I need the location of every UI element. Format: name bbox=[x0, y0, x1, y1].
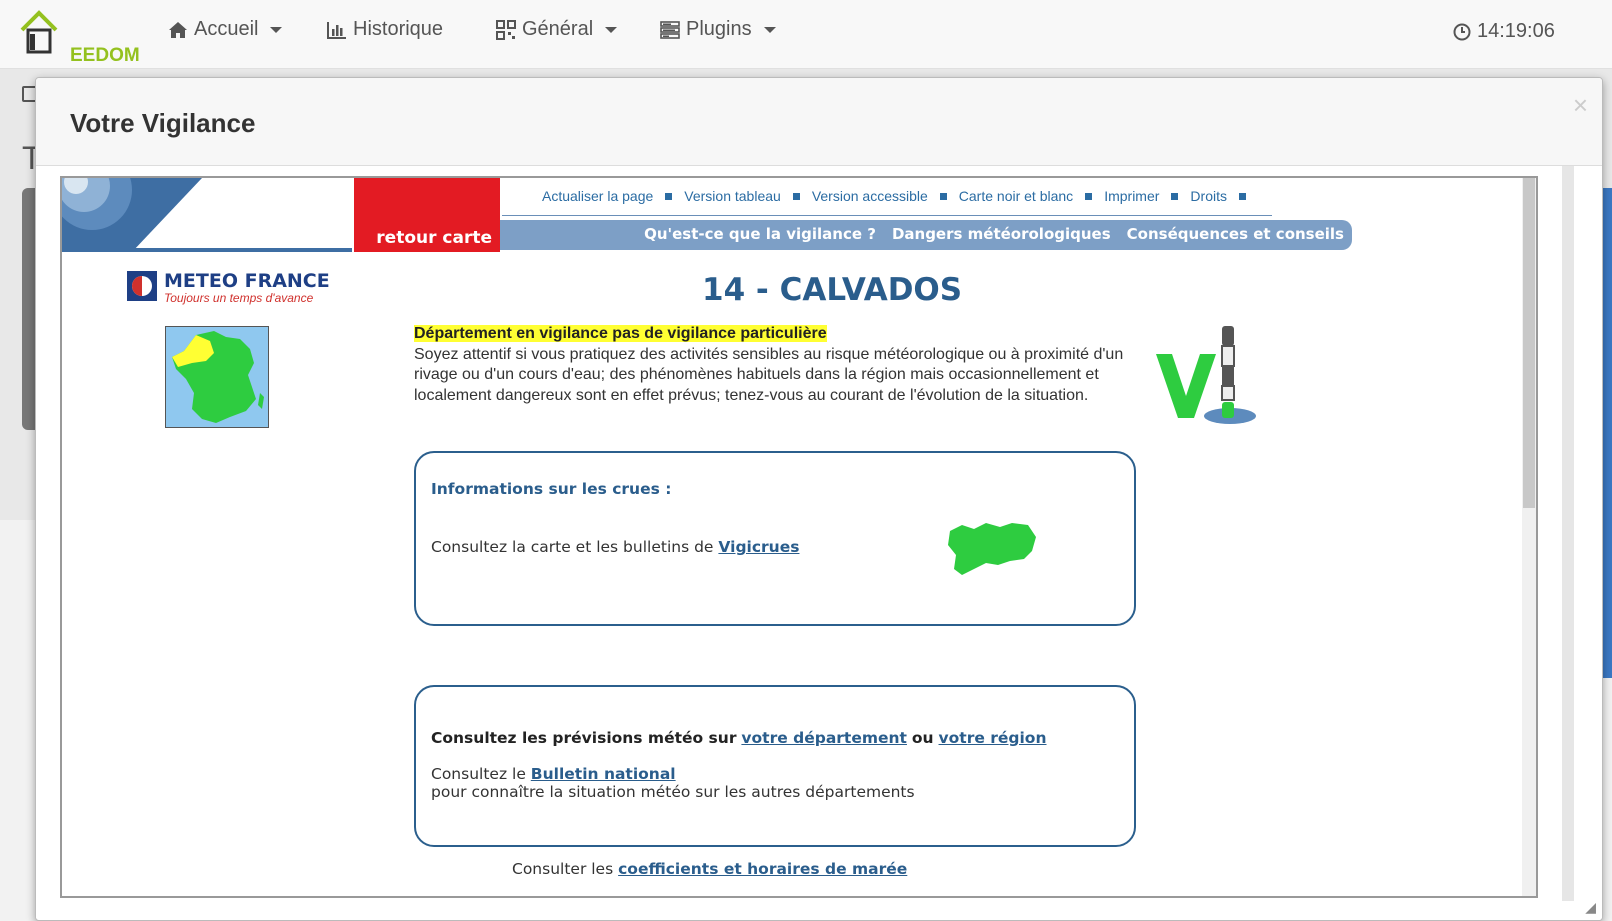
link-refresh[interactable]: Actualiser la page bbox=[542, 188, 653, 204]
forecast-lead: Consultez les prévisions météo sur bbox=[431, 729, 737, 747]
meteo-france-iframe: retour carte Actualiser la page Version … bbox=[60, 176, 1538, 898]
brand-tagline: Toujours un temps d'avance bbox=[164, 291, 314, 305]
tasks-icon bbox=[660, 20, 680, 39]
bulletin-line: Consultez le Bulletin national bbox=[431, 765, 676, 783]
meteo-france-emblem-icon bbox=[127, 271, 157, 301]
modal-title: Votre Vigilance bbox=[70, 108, 256, 138]
link-print[interactable]: Imprimer bbox=[1104, 188, 1159, 204]
divider bbox=[502, 215, 1272, 216]
logo-text: EEDOM bbox=[70, 45, 140, 66]
nav-plugins[interactable]: Plugins bbox=[660, 18, 776, 41]
separator-square-icon bbox=[939, 192, 947, 200]
separator-square-icon bbox=[1171, 192, 1179, 200]
home-icon bbox=[169, 21, 187, 38]
separator-square-icon bbox=[1238, 192, 1246, 200]
chevron-down-icon bbox=[763, 26, 776, 33]
forecast-line: Consultez les prévisions météo sur votre… bbox=[431, 729, 1047, 747]
vigilance-level-icon bbox=[1152, 324, 1262, 430]
return-map-button[interactable]: retour carte bbox=[354, 178, 500, 252]
floods-heading: Informations sur les crues : bbox=[431, 480, 672, 498]
vigilance-menu: Qu'est-ce que la vigilance ? Dangers mét… bbox=[500, 220, 1352, 250]
nav-plugins-label: Plugins bbox=[686, 18, 752, 40]
clock: 14:19:06 bbox=[1453, 20, 1555, 43]
vigilance-advice: Soyez attentif si vous pratiquez des act… bbox=[414, 345, 1124, 404]
tides-prefix: Consulter les bbox=[512, 860, 614, 878]
tides-line: Consulter les coefficients et horaires d… bbox=[512, 860, 907, 878]
forecast-or: ou bbox=[911, 729, 934, 747]
return-map-label: retour carte bbox=[376, 228, 492, 248]
chevron-down-icon bbox=[605, 26, 618, 33]
brand-name: METEO FRANCE bbox=[164, 270, 330, 292]
banner-artwork bbox=[62, 178, 352, 252]
floods-info-box: Informations sur les crues : Consultez l… bbox=[414, 451, 1136, 626]
clock-icon bbox=[1453, 23, 1471, 40]
department-title: 14 - CALVADOS bbox=[702, 272, 963, 308]
close-icon[interactable]: × bbox=[1573, 92, 1588, 118]
nav-accueil[interactable]: Accueil bbox=[168, 18, 283, 41]
clock-time: 14:19:06 bbox=[1477, 20, 1555, 42]
menu-consequences-advice[interactable]: Conséquences et conseils bbox=[1127, 225, 1344, 243]
resize-handle-icon[interactable]: ◢ bbox=[1585, 899, 1596, 916]
menu-what-is-vigilance[interactable]: Qu'est-ce que la vigilance ? bbox=[644, 225, 876, 243]
forecast-box: Consultez les prévisions météo sur votre… bbox=[414, 685, 1136, 847]
national-bulletin-link[interactable]: Bulletin national bbox=[531, 765, 676, 783]
jeedom-logo[interactable]: EEDOM bbox=[20, 8, 140, 66]
modal-body: ◢ retour carte Actualiser la page Versio… bbox=[36, 166, 1602, 920]
department-forecast-link[interactable]: votre département bbox=[741, 729, 907, 747]
link-bw-map[interactable]: Carte noir et blanc bbox=[959, 188, 1073, 204]
link-accessible-version[interactable]: Version accessible bbox=[812, 188, 928, 204]
france-vigilance-map[interactable] bbox=[165, 326, 269, 428]
vigicrues-link[interactable]: Vigicrues bbox=[718, 538, 799, 556]
background-side-panel bbox=[1602, 188, 1612, 678]
bulletin-suffix: pour connaître la situation météo sur le… bbox=[431, 783, 915, 801]
vigilance-headline: Département en vigilance pas de vigilanc… bbox=[414, 325, 827, 342]
modal-header: Votre Vigilance × bbox=[36, 78, 1602, 166]
iframe-scrollbar-thumb[interactable] bbox=[1523, 178, 1535, 508]
chevron-down-icon bbox=[270, 26, 283, 33]
qrcode-icon bbox=[496, 19, 516, 40]
nav-accueil-label: Accueil bbox=[194, 18, 259, 40]
nav-historique-label: Historique bbox=[353, 18, 444, 40]
tides-link[interactable]: coefficients et horaires de marée bbox=[618, 860, 907, 878]
meteo-france-logo[interactable]: METEO FRANCE Toujours un temps d'avance bbox=[126, 270, 336, 306]
separator-square-icon bbox=[665, 192, 673, 200]
link-table-version[interactable]: Version tableau bbox=[684, 188, 781, 204]
bulletin-prefix: Consultez le bbox=[431, 765, 526, 783]
top-navbar: EEDOM Accueil Historique Général Plugins… bbox=[0, 0, 1612, 69]
vigilance-description: Département en vigilance pas de vigilanc… bbox=[414, 324, 1134, 406]
floods-text: Consultez la carte et les bulletins de V… bbox=[431, 538, 799, 556]
vigilance-modal: Votre Vigilance × ◢ retour carte Actuali… bbox=[35, 77, 1603, 921]
top-links: Actualiser la page Version tableau Versi… bbox=[542, 188, 1258, 204]
region-forecast-link[interactable]: votre région bbox=[939, 729, 1047, 747]
menu-weather-dangers[interactable]: Dangers météorologiques bbox=[892, 225, 1111, 243]
nav-general[interactable]: Général bbox=[496, 18, 618, 41]
nav-general-label: Général bbox=[522, 18, 594, 40]
separator-square-icon bbox=[1085, 192, 1093, 200]
floods-text-label: Consultez la carte et les bulletins de bbox=[431, 538, 714, 556]
nav-historique[interactable]: Historique bbox=[327, 18, 443, 41]
calvados-department-map[interactable] bbox=[946, 519, 1038, 577]
link-rights[interactable]: Droits bbox=[1190, 188, 1227, 204]
iframe-scrollbar[interactable] bbox=[1522, 178, 1536, 896]
separator-square-icon bbox=[792, 192, 800, 200]
bar-chart-icon bbox=[327, 21, 346, 39]
modal-scrollbar[interactable] bbox=[1562, 166, 1574, 901]
